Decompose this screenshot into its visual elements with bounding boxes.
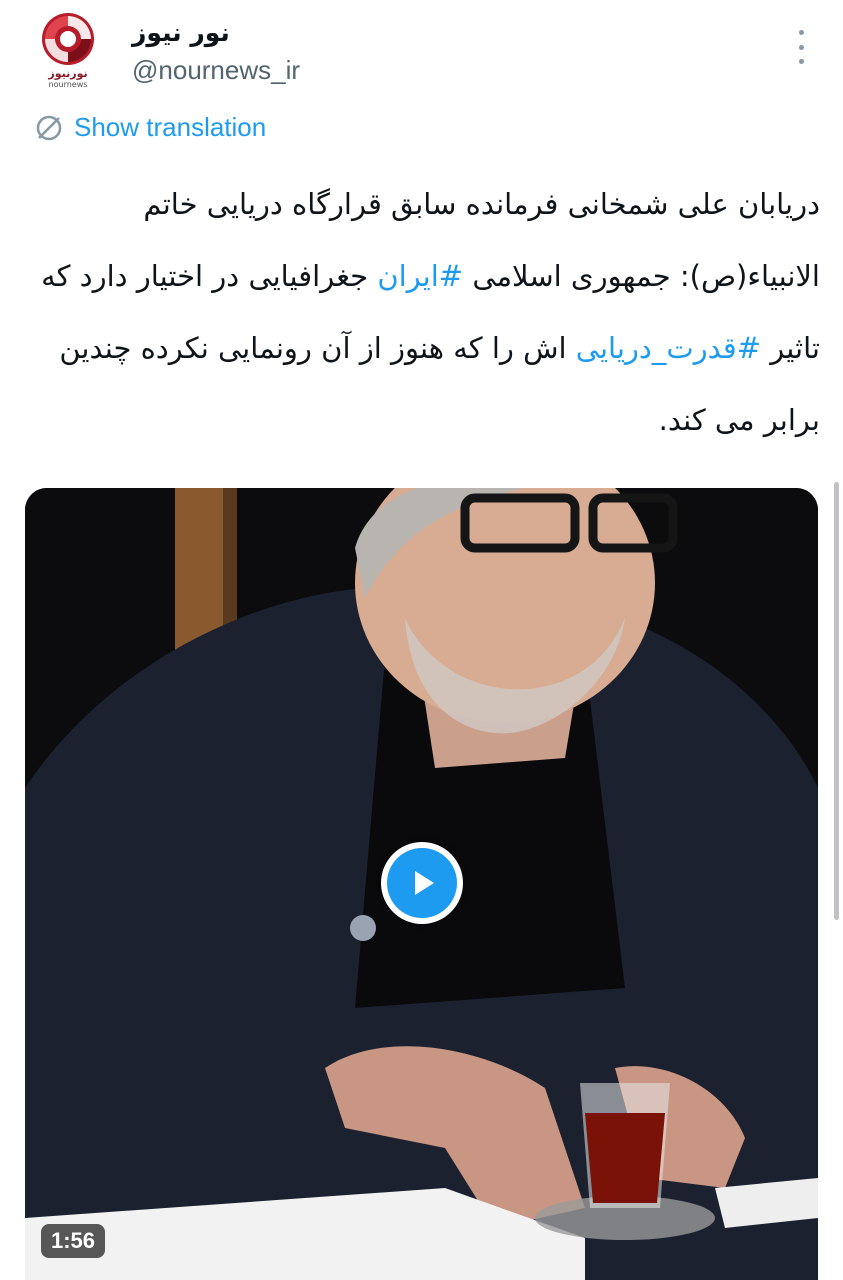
avatar[interactable]: نورنیوز nournews: [30, 12, 106, 90]
play-icon: [415, 871, 434, 895]
avatar-brand-en: nournews: [48, 80, 88, 89]
show-translation-label: Show translation: [74, 112, 267, 142]
show-translation-button[interactable]: Show translation: [34, 112, 266, 143]
tweet-text: دریابان علی شمخانی فرمانده سابق قرارگاه …: [30, 168, 820, 456]
hashtag-iran[interactable]: #ایران: [377, 259, 463, 293]
video-player[interactable]: 1:56: [25, 488, 818, 1280]
display-name[interactable]: نور نیوز: [132, 18, 230, 47]
translate-icon: [36, 115, 62, 140]
more-options-button[interactable]: [786, 30, 816, 64]
more-vertical-icon: [798, 30, 804, 35]
scrollbar[interactable]: [834, 482, 839, 920]
play-button[interactable]: [381, 842, 463, 924]
video-duration-badge: 1:56: [41, 1224, 106, 1258]
avatar-brand-fa: نورنیوز: [48, 67, 88, 80]
nournews-logo-icon: [42, 13, 94, 65]
handle[interactable]: @nournews_ir: [132, 55, 300, 86]
hashtag-naval-power[interactable]: #قدرت_دریایی: [576, 331, 761, 365]
